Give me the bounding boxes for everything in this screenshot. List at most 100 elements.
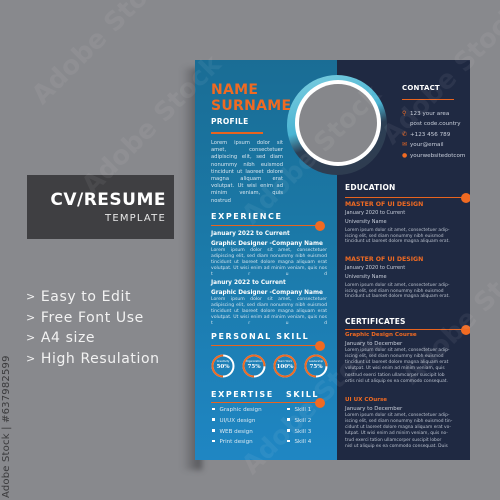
education-title: EDUCATION xyxy=(345,183,396,192)
location-pin-icon: ⚲ xyxy=(402,110,407,117)
contact-phone: ✆ +123 456 789 xyxy=(402,130,465,141)
experience-text: Lorem ipsum dolor sit amet, consectetuer… xyxy=(211,297,327,327)
skill-item: Skill 2 xyxy=(287,416,311,427)
certificates-title: CERTIFICATES xyxy=(345,317,406,326)
expertise-label: Graphic design xyxy=(219,407,262,413)
skill-ring-value: 75% xyxy=(247,363,261,370)
arrow-icon: > xyxy=(26,331,36,344)
expertise-item: UI/UX design xyxy=(212,416,262,427)
education-text: Lorem ipsum dolor sit amet, consectetuer… xyxy=(345,228,470,245)
bullet-icon xyxy=(212,439,215,443)
expertise-label: UI/UX design xyxy=(219,417,256,424)
arrow-icon: > xyxy=(26,351,36,365)
watermark: Adobe Stock xyxy=(26,0,178,111)
contact-email: ✉ your@email xyxy=(402,140,465,151)
skill-label: Skill 3 xyxy=(294,428,312,435)
skill-item: Skill 3 xyxy=(287,427,311,438)
experience-title: EXPERIENCE xyxy=(211,212,283,221)
bullet-icon xyxy=(212,418,215,421)
arrow-icon: > xyxy=(26,310,36,324)
surname: SURNAME xyxy=(211,98,292,114)
contact-address-2: post code.country xyxy=(402,120,465,130)
education-degree: MASTER OF UI DESIGN xyxy=(345,256,424,263)
expertise-divider xyxy=(211,402,321,403)
arrow-icon: > xyxy=(26,290,36,303)
profile-divider xyxy=(211,132,263,134)
certificate-item: UI UX COurse January to December Lorem i… xyxy=(345,397,470,450)
profile-title: PROFILE xyxy=(211,117,249,126)
profile-text: Lorem ipsum dolor sit amet, consectetuer… xyxy=(211,140,283,204)
expertise-label: WEB design xyxy=(219,428,253,435)
skill-ring-value: 75% xyxy=(309,363,323,370)
bullet-icon xyxy=(287,407,290,410)
expertise-title: EXPERTISE xyxy=(211,390,274,399)
skill-item: Skill 1 xyxy=(287,405,311,416)
certificate-text: Lorem ipsum dolor sit amet, consectetuer… xyxy=(345,413,470,451)
expertise-list: Graphic design UI/UX design WEB design P… xyxy=(212,405,262,448)
phone-number: +123 456 789 xyxy=(410,131,451,138)
feature-label: A4 size xyxy=(40,330,96,346)
skill-label: Skill 2 xyxy=(294,417,312,424)
address-line-1: 123 your area xyxy=(410,111,450,117)
feature-item: > High Resulation xyxy=(26,349,160,370)
feature-item: > Free Font Use xyxy=(26,308,160,329)
expertise-label: Print design xyxy=(219,439,253,446)
feature-label: Free Font Use xyxy=(40,309,144,326)
education-school: University Name xyxy=(345,273,387,280)
education-date: January 2020 to Current xyxy=(345,265,406,271)
feature-list: > Easy to Edit > Free Font Use > A4 size > H… xyxy=(26,287,160,369)
bullet-icon xyxy=(212,407,215,410)
experience-text: Lorem ipsum dolor sit amet, consectetuer… xyxy=(211,248,327,278)
first-name: NAME xyxy=(211,82,259,98)
experience-divider xyxy=(211,225,321,226)
feature-item: > A4 size xyxy=(26,328,160,349)
education-school: University Name xyxy=(345,218,387,225)
text-line: ortis nisl ut aliquip ex ea commodo cons… xyxy=(345,378,448,384)
feature-label: Easy to Edit xyxy=(40,289,132,305)
phone-icon: ✆ xyxy=(402,130,408,138)
email-address: your@email xyxy=(410,142,444,149)
expertise-dot xyxy=(315,398,325,408)
contact-address: ⚲ 123 your area xyxy=(402,109,465,120)
skill-ring-value: 100% xyxy=(276,363,294,370)
envelope-icon: ✉ xyxy=(402,141,408,149)
certificate-item: Graphic Design Course January to Decembe… xyxy=(345,332,470,385)
bullet-icon xyxy=(287,418,290,421)
bullet-icon xyxy=(287,429,290,432)
experience-role: Graphic Designer -Company Name xyxy=(211,290,323,296)
text-line: tincidunt ut laoreet dolore magna aliqua… xyxy=(345,239,450,245)
certificate-date: January to December xyxy=(345,340,403,347)
contact-list: ⚲ 123 your area post code.country ✆ +123 4… xyxy=(402,109,465,162)
certificate-date: January to December xyxy=(345,405,403,412)
promo-title: CV/RESUME xyxy=(50,190,166,210)
certificate-text: Lorem ipsum dolor sit amet, consectetuer… xyxy=(345,348,470,386)
feature-item: > Easy to Edit xyxy=(26,287,160,308)
skill-ring: Team Work 100% xyxy=(273,354,297,378)
name-heading: NAME SURNAME xyxy=(211,82,291,114)
skill-ring-value: 50% xyxy=(216,363,230,370)
education-item: MASTER OF UI DESIGN January 2020 to Curr… xyxy=(345,255,470,300)
text-line: tincidunt ut laoreet dolore magna aliqua… xyxy=(345,294,450,300)
skill-title: SKILL xyxy=(286,390,320,399)
website-address: yourwebsitedotcom xyxy=(410,153,466,160)
expertise-item: Graphic design xyxy=(212,405,262,416)
skill-ring: Organization 75% xyxy=(242,354,266,378)
expertise-item: Print design xyxy=(212,437,262,448)
education-divider xyxy=(345,197,465,198)
certificate-name: UI UX COurse xyxy=(345,397,388,403)
promo-subtitle: TEMPLATE xyxy=(105,213,166,224)
education-item: MASTER OF UI DESIGN January 2020 to Curr… xyxy=(345,200,470,245)
skill-label: Skill 4 xyxy=(294,439,312,446)
contact-title: CONTACT xyxy=(402,84,440,92)
experience-item: Janury 2022 to Current Graphic Designer … xyxy=(211,279,327,327)
experience-date: January 2022 to Current xyxy=(211,231,290,237)
education-degree: MASTER OF UI DESIGN xyxy=(345,201,424,208)
text-line: nisl ut aliquip ex ea commodo consequat.… xyxy=(345,443,448,449)
globe-icon: ● xyxy=(402,152,408,160)
stock-id-label: Adobe Stock | #637982599 xyxy=(1,355,12,498)
skill-list: Skill 1 Skill 2 Skill 3 Skill 4 xyxy=(287,405,311,448)
skill-ring: Creativity 50% xyxy=(211,354,235,378)
promo-banner: CV/RESUME TEMPLATE xyxy=(27,175,174,239)
contact-website: ● yourwebsitedotcom xyxy=(402,151,465,162)
skill-item: Skill 4 xyxy=(287,437,311,448)
